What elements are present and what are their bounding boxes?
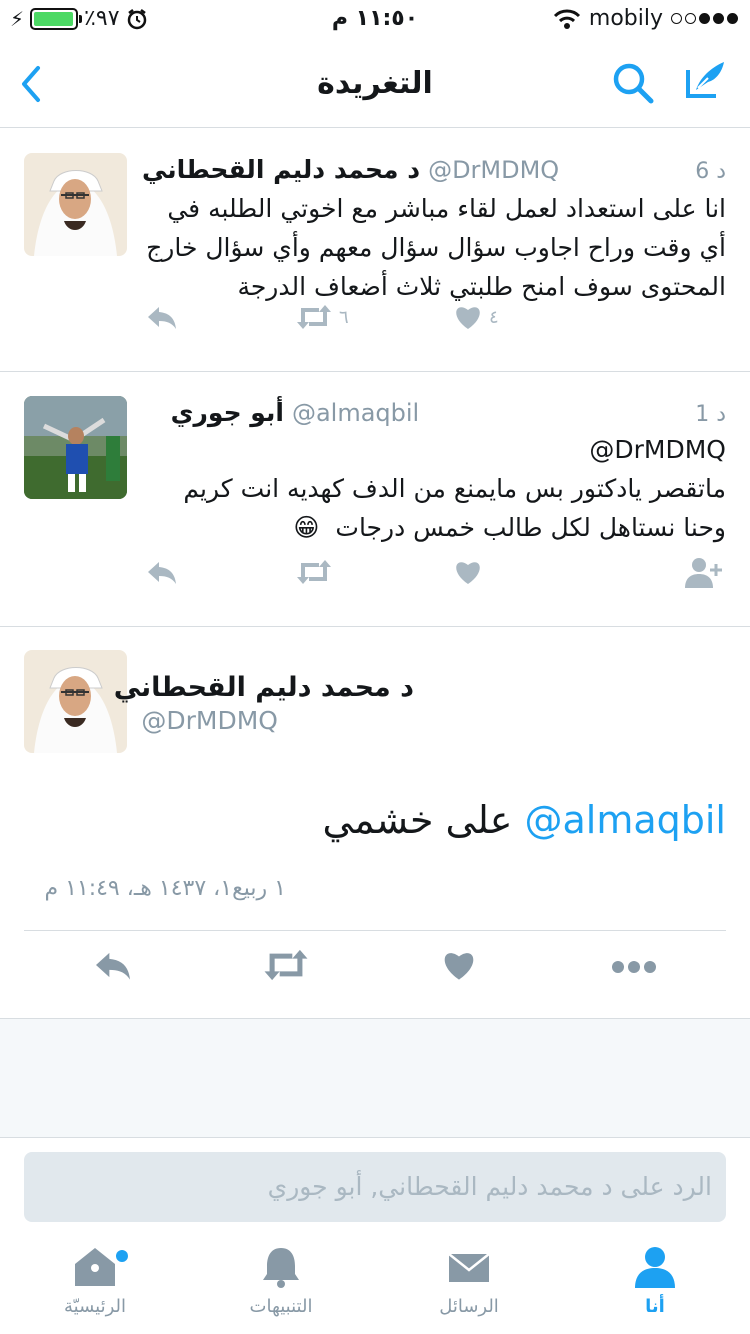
tweet-content: على خشمي: [322, 798, 513, 842]
reply-input[interactable]: الرد على د محمد دليم القحطاني, أبو جوري: [24, 1152, 726, 1222]
bell-icon: [263, 1248, 299, 1288]
signal-strength-icon: [671, 13, 738, 24]
author-handle[interactable]: @DrMDMQ: [141, 706, 278, 735]
retweet-button[interactable]: [295, 559, 333, 585]
add-user-icon: [685, 558, 722, 588]
tweet-actions: [0, 948, 750, 998]
tweet-line: وحنا نستاهل لكل طالب خمس درجات: [335, 513, 726, 542]
notification-dot: [116, 1250, 128, 1262]
envelope-icon: [448, 1253, 490, 1282]
tweet-time: 6 د: [695, 159, 726, 184]
tweet-line: المحتوى سوف امنح طلبتي ثلاث أضعاف الدرجة: [237, 272, 726, 301]
status-right: mobily: [553, 6, 738, 31]
grin-emoji-icon: 😁: [293, 513, 320, 542]
author-name[interactable]: د محمد دليم القحطاني: [142, 155, 420, 184]
wifi-icon: [553, 9, 580, 29]
retweet-icon: [297, 305, 331, 329]
retweet-button[interactable]: ٦: [295, 304, 349, 330]
reply-button[interactable]: [145, 303, 179, 331]
tab-me[interactable]: أنا: [580, 1244, 730, 1317]
tweet-line: أي وقت وراح اجاوب سؤال سؤال معهم وأي سؤا…: [146, 233, 726, 262]
tab-bar: الرئيسيّة التنبيهات الرسائل أنا: [0, 1244, 750, 1334]
heart-icon: [456, 562, 480, 584]
tweet-timestamp: ١ ربيع١، ١٤٣٧ هـ، ١١:٤٩ م: [44, 876, 286, 901]
reply-icon: [96, 952, 130, 980]
like-button[interactable]: ٤: [453, 303, 499, 331]
reply-icon: [148, 307, 176, 329]
tweet-line: ماتقصر يادكتور بس مايمنع من الدف كهديه ا…: [183, 474, 726, 503]
retweet-icon: [264, 949, 308, 981]
avatar[interactable]: [24, 396, 127, 499]
heart-icon: [444, 953, 474, 980]
mention-link[interactable]: @almaqbil: [524, 798, 726, 842]
reply-icon: [148, 562, 176, 584]
tab-label: التنبيهات: [249, 1296, 313, 1317]
retweet-button[interactable]: [262, 948, 310, 986]
tweet-header: أبو جوري @almaqbil 1 د: [171, 398, 726, 427]
retweet-icon: [297, 560, 331, 584]
tab-label: أنا: [645, 1296, 665, 1317]
more-icon: [612, 961, 656, 973]
tweet-header: د محمد دليم القحطاني @DrMDMQ 6 د: [142, 155, 726, 184]
tweet-text: انا على استعداد لعمل لقاء مباشر مع اخوتي…: [145, 189, 726, 306]
heart-icon: [456, 307, 480, 329]
tweet-line: انا على استعداد لعمل لقاء مباشر مع اخوتي…: [167, 194, 726, 223]
follow-button[interactable]: [685, 556, 725, 588]
author-name[interactable]: د محمد دليم القحطاني: [114, 672, 414, 703]
compose-tweet-icon[interactable]: [682, 58, 728, 104]
tweet-item[interactable]: د محمد دليم القحطاني @DrMDMQ 6 د انا على…: [0, 129, 750, 372]
tweet-line-with-emoji: وحنا نستاهل لكل طالب خمس درجات 😁: [145, 508, 726, 547]
author-name[interactable]: أبو جوري: [171, 398, 284, 427]
tweet-text: @DrMDMQ ماتقصر يادكتور بس مايمنع من الدف…: [145, 430, 726, 547]
tab-messages[interactable]: الرسائل: [394, 1244, 544, 1317]
person-icon: [635, 1247, 675, 1288]
nav-bar: التغريدة: [0, 40, 750, 128]
tab-notifications[interactable]: التنبيهات: [206, 1244, 356, 1317]
avatar[interactable]: [24, 153, 127, 256]
carrier-name: mobily: [588, 6, 663, 31]
tab-home[interactable]: الرئيسيّة: [20, 1244, 170, 1317]
like-button[interactable]: [440, 948, 478, 986]
status-bar: ⚡ ٪٩٧ ١١:٥٠ م mobily: [0, 0, 750, 40]
avatar[interactable]: [24, 650, 127, 753]
home-icon: [75, 1248, 115, 1286]
author-handle[interactable]: @DrMDMQ: [428, 156, 559, 184]
empty-replies-area: [0, 1018, 750, 1138]
tweet-time: 1 د: [695, 402, 726, 427]
tab-label: الرئيسيّة: [64, 1296, 126, 1317]
more-button[interactable]: [610, 958, 658, 980]
reply-button[interactable]: [145, 558, 179, 586]
tab-label: الرسائل: [439, 1296, 499, 1317]
like-count: ٤: [489, 306, 499, 328]
tweet-mention-line[interactable]: @DrMDMQ: [145, 430, 726, 469]
divider: [24, 930, 726, 931]
retweet-count: ٦: [339, 306, 349, 328]
tweet-text: @almaqbil على خشمي: [322, 798, 726, 842]
tweet-item[interactable]: أبو جوري @almaqbil 1 د @DrMDMQ ماتقصر يا…: [0, 372, 750, 627]
reply-button[interactable]: [92, 948, 134, 986]
author-handle[interactable]: @almaqbil: [292, 399, 419, 427]
like-button[interactable]: [453, 558, 483, 586]
search-icon[interactable]: [610, 60, 656, 106]
